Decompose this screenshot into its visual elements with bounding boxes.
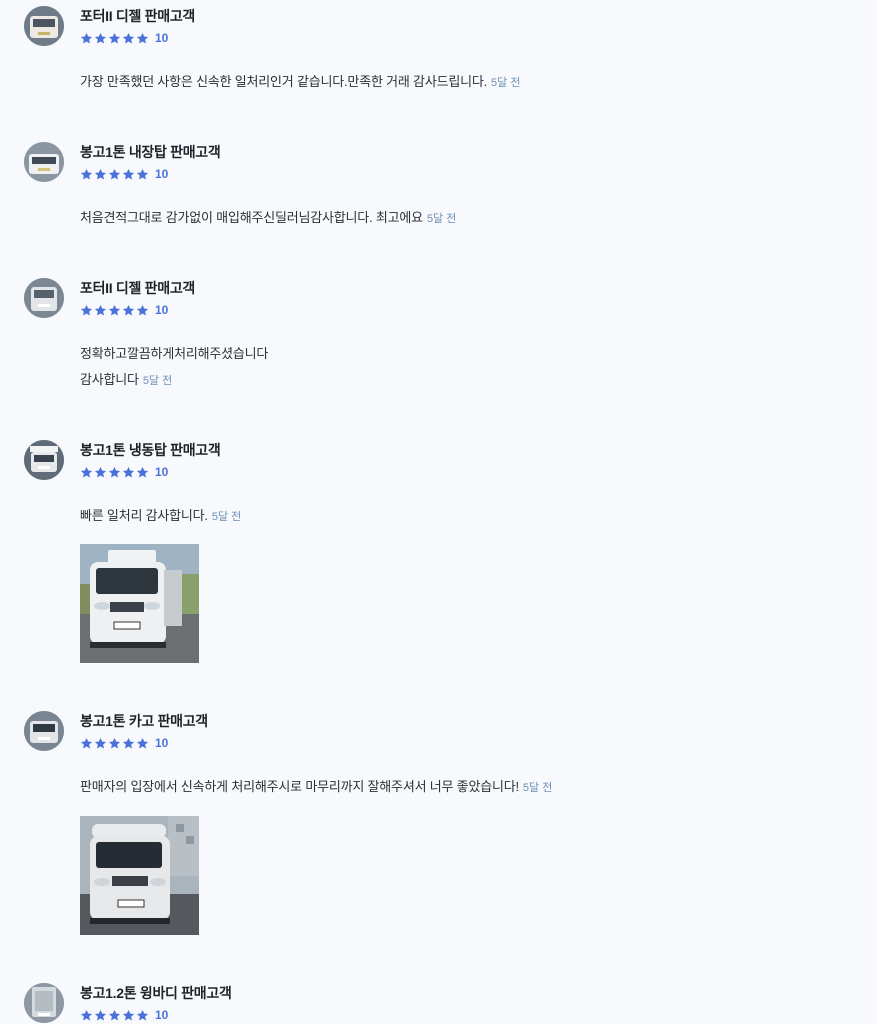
rating-score: 10 xyxy=(155,465,169,479)
star-icon xyxy=(94,737,107,748)
star-icon xyxy=(122,304,135,315)
star-rating xyxy=(80,168,149,181)
star-icon xyxy=(94,304,107,315)
star-icon xyxy=(94,168,107,179)
star-icon xyxy=(108,32,121,43)
star-rating xyxy=(80,466,149,479)
review-photo[interactable] xyxy=(80,816,199,935)
customer-name: 봉고1톤 내장탑 판매고객 xyxy=(80,144,221,160)
star-icon xyxy=(80,1009,93,1020)
star-rating xyxy=(80,304,149,317)
star-icon xyxy=(136,466,149,477)
star-icon xyxy=(94,1009,107,1020)
review-time: 5달 전 xyxy=(142,375,173,387)
star-icon xyxy=(108,168,121,179)
rating: 10 xyxy=(80,302,168,318)
review-line: 감사합니다 xyxy=(80,372,139,387)
review-text: 가장 만족했던 사항은 신속한 일처리인거 같습니다.만족한 거래 감사드립니다… xyxy=(80,69,520,96)
customer-avatar xyxy=(24,278,64,318)
customer-name: 포터II 디젤 판매고객 xyxy=(80,8,195,24)
review-photo[interactable] xyxy=(80,544,199,663)
review-line: 정확하고깔끔하게처리해주셨습니다 xyxy=(80,346,269,361)
rating-score: 10 xyxy=(155,167,169,181)
review-text: 처음견적그대로 감가없이 매입해주신딜러님감사합니다. 최고에요 5달 전 xyxy=(80,205,456,232)
star-icon xyxy=(94,32,107,43)
rating: 10 xyxy=(80,464,168,480)
review-line: 가장 만족했던 사항은 신속한 일처리인거 같습니다.만족한 거래 감사드립니다… xyxy=(80,74,488,89)
review-text: 정확하고깔끔하게처리해주셨습니다 감사합니다 5달 전 xyxy=(80,341,268,394)
customer-avatar xyxy=(24,6,64,46)
customer-avatar xyxy=(24,983,64,1023)
star-icon xyxy=(122,168,135,179)
review-text: 판매자의 입장에서 신속하게 처리해주시로 마무리까지 잘해주셔서 너무 좋았습… xyxy=(80,774,552,801)
star-icon xyxy=(108,466,121,477)
star-icon xyxy=(80,304,93,315)
star-icon xyxy=(122,1009,135,1020)
rating: 10 xyxy=(80,1007,168,1023)
star-icon xyxy=(94,466,107,477)
rating: 10 xyxy=(80,735,168,751)
rating: 10 xyxy=(80,30,168,46)
review-time: 5달 전 xyxy=(211,511,242,523)
star-rating xyxy=(80,32,149,45)
rating-score: 10 xyxy=(155,31,169,45)
star-icon xyxy=(136,168,149,179)
rating-score: 10 xyxy=(155,303,169,317)
rating-score: 10 xyxy=(155,736,169,750)
star-icon xyxy=(80,168,93,179)
customer-name: 포터II 디젤 판매고객 xyxy=(80,280,195,296)
review-time: 5달 전 xyxy=(522,782,553,794)
customer-name: 봉고1톤 카고 판매고객 xyxy=(80,713,208,729)
star-icon xyxy=(122,32,135,43)
star-icon xyxy=(122,466,135,477)
customer-avatar xyxy=(24,711,64,751)
rating: 10 xyxy=(80,166,168,182)
customer-name: 봉고1.2톤 윙바디 판매고객 xyxy=(80,985,232,1001)
customer-avatar xyxy=(24,440,64,480)
star-icon xyxy=(80,466,93,477)
review-line: 처음견적그대로 감가없이 매입해주신딜러님감사합니다. 최고에요 xyxy=(80,210,423,225)
star-icon xyxy=(136,304,149,315)
customer-avatar xyxy=(24,142,64,182)
star-icon xyxy=(136,737,149,748)
review-time: 5달 전 xyxy=(491,77,521,89)
customer-name: 봉고1톤 냉동탑 판매고객 xyxy=(80,442,221,458)
review-line: 판매자의 입장에서 신속하게 처리해주시로 마무리까지 잘해주셔서 너무 좋았습… xyxy=(80,779,519,794)
star-icon xyxy=(108,1009,121,1020)
star-icon xyxy=(122,737,135,748)
star-icon xyxy=(136,32,149,43)
review-text: 빠른 일처리 감사합니다. 5달 전 xyxy=(80,503,241,530)
star-rating xyxy=(80,1009,149,1022)
review-line: 빠른 일처리 감사합니다. xyxy=(80,508,208,523)
star-icon xyxy=(80,737,93,748)
star-icon xyxy=(136,1009,149,1020)
rating-score: 10 xyxy=(155,1008,169,1022)
review-time: 5달 전 xyxy=(426,213,457,225)
star-icon xyxy=(108,737,121,748)
star-icon xyxy=(108,304,121,315)
star-rating xyxy=(80,737,149,750)
star-icon xyxy=(80,32,93,43)
